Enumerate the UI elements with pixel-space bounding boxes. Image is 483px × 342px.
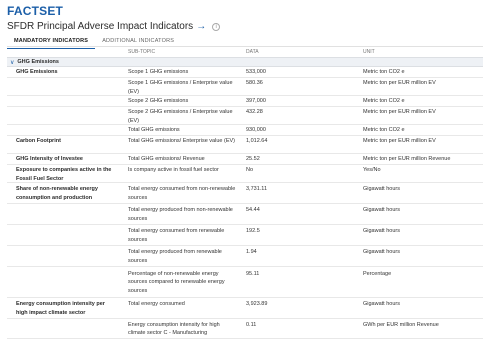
subtopic-cell: Total energy consumed from renewable sou… — [128, 228, 225, 243]
info-icon[interactable]: i — [212, 22, 221, 31]
subtopic-cell: Total GHG emissions/ Enterprise value (E… — [128, 138, 235, 144]
table-row: Scope 2 GHG emissions / Enterprise value… — [7, 107, 483, 125]
data-value: 95.11 — [246, 270, 260, 277]
subtopic-cell: Percentage of non-renewable energy sourc… — [128, 270, 225, 294]
arrow-right-icon[interactable]: → — [196, 21, 206, 32]
subtopic-cell: Energy consumption intensity for high cl… — [128, 321, 220, 337]
table-header: SUB-TOPIC DATA UNIT — [7, 47, 483, 57]
section-label: GHG Emissions — [17, 59, 59, 65]
data-value: 54.44 — [246, 207, 260, 213]
column-header-unit: UNIT — [363, 49, 375, 55]
subtopic-cell: Total GHG emissions/ Revenue — [128, 156, 205, 163]
table-row: Carbon Footprint Total GHG emissions/ Ent… — [7, 136, 483, 154]
unit-cell: Yes/No — [363, 167, 381, 173]
table-row: GHG Emissions Scope 1 GHG emissions 533,00… — [7, 67, 483, 78]
unit-cell: Metric ton CO2 e — [363, 98, 405, 105]
chevron-down-icon[interactable]: ∨ — [10, 59, 14, 66]
subtopic-cell: Is company active in fossil fuel sector — [128, 167, 219, 173]
unit-cell: Metric ton per EUR million Revenue — [363, 156, 451, 163]
unit-cell: Gigawatt hours — [363, 228, 400, 234]
unit-cell: Gigawatt hours — [363, 301, 400, 307]
subtopic-cell: Scope 2 GHG emissions / Enterprise value… — [128, 109, 233, 124]
unit-cell: Metric ton CO2 e — [363, 69, 405, 76]
data-value: 1,012.64 — [246, 138, 268, 144]
table-row: Total GHG emissions 930,000 Metric ton CO2… — [7, 125, 483, 136]
unit-cell: Gigawatt hours — [363, 207, 400, 213]
page-header: SFDR Principal Adverse Impact Indicators… — [7, 21, 221, 32]
unit-cell: Metric ton CO2 e — [363, 127, 405, 134]
subtopic-cell: Scope 1 GHG emissions — [128, 69, 189, 76]
data-value: 3,731.11 — [246, 186, 268, 192]
data-value: 25.52 — [246, 156, 260, 163]
data-value: 0.11 — [246, 321, 257, 328]
unit-cell: Metric ton per EUR million EV — [363, 138, 436, 144]
table-row: Energy consumption intensity per high im… — [7, 298, 483, 319]
subtopic-cell: Total energy consumed — [128, 301, 185, 307]
table-row: Total energy produced from non-renewable… — [7, 204, 483, 225]
table-row: Total energy consumed from renewable sou… — [7, 225, 483, 246]
table-row: GHG Intensity of Investee Total GHG emiss… — [7, 154, 483, 165]
data-value: 930,000 — [246, 127, 266, 134]
page-title: SFDR Principal Adverse Impact Indicators — [7, 21, 194, 32]
subtopic-cell: Scope 1 GHG emissions / Enterprise value… — [128, 80, 233, 95]
subtopic-cell: Total energy produced from non-renewable… — [128, 207, 233, 222]
unit-cell: Metric ton per EUR million EV — [363, 80, 436, 86]
indicator-name: GHG Emissions — [16, 69, 58, 76]
table-row: Scope 2 GHG emissions 397,000 Metric ton C… — [7, 96, 483, 107]
column-header-subtopic: SUB-TOPIC — [128, 49, 156, 55]
subtopic-cell: Scope 2 GHG emissions — [128, 98, 189, 105]
indicator-name: Exposure to companies active in the Foss… — [16, 167, 112, 182]
data-value: 1.94 — [246, 249, 257, 255]
subtopic-cell: Total GHG emissions — [128, 127, 180, 134]
unit-cell: GWh per EUR million Revenue — [363, 321, 439, 328]
subtopic-cell: Total energy consumed from non-renewable… — [128, 186, 236, 201]
table-row: Energy consumption intensity for high cl… — [7, 319, 483, 339]
data-value: 533,000 — [246, 69, 266, 76]
data-value: 3,923.89 — [246, 301, 268, 307]
unit-cell: Percentage — [363, 270, 392, 277]
table-row: Total energy produced from renewable sou… — [7, 246, 483, 267]
column-header-data: DATA — [246, 49, 259, 55]
indicator-name: Share of non-renewable energy consumptio… — [16, 186, 98, 201]
section-ghg-emissions[interactable]: ∨ GHG Emissions — [7, 57, 483, 67]
data-value: No — [246, 167, 254, 173]
unit-cell: Metric ton per EUR million EV — [363, 109, 436, 115]
data-value: 192.5 — [246, 228, 260, 234]
factset-logo: FACTSET — [7, 4, 64, 18]
data-value: 397,000 — [246, 98, 266, 105]
table-row: Percentage of non-renewable energy sourc… — [7, 267, 483, 298]
unit-cell: Gigawatt hours — [363, 249, 400, 255]
indicator-name: GHG Intensity of Investee — [16, 156, 83, 163]
subtopic-cell: Total energy produced from renewable sou… — [128, 249, 222, 264]
data-value: 432.28 — [246, 109, 263, 115]
table-row: Scope 1 GHG emissions / Enterprise value… — [7, 78, 483, 96]
unit-cell: Gigawatt hours — [363, 186, 400, 192]
table-row: Share of non-renewable energy consumptio… — [7, 183, 483, 204]
indicator-name: Carbon Footprint — [16, 138, 61, 144]
table-row: Exposure to companies active in the Foss… — [7, 165, 483, 183]
indicator-name: Energy consumption intensity per high im… — [16, 301, 105, 316]
data-value: 580.36 — [246, 80, 263, 86]
